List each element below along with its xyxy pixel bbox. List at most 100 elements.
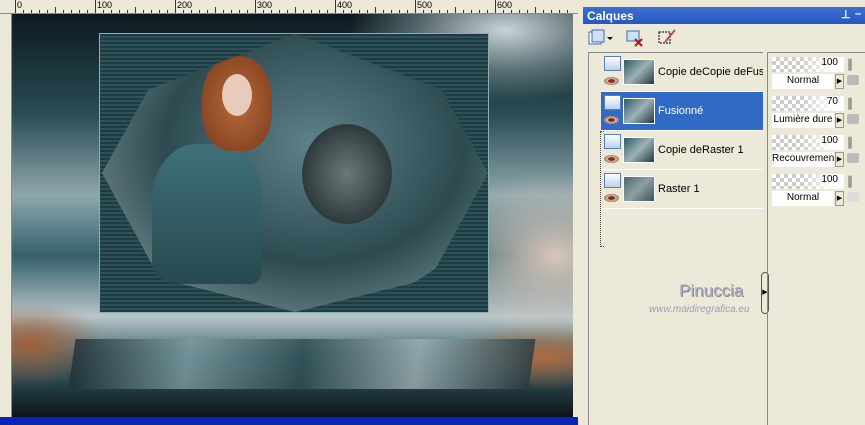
ruler-label: 200 — [177, 0, 193, 10]
ruler-tick — [79, 10, 80, 13]
layer-thumbnail — [623, 98, 655, 124]
horizontal-ruler: 0 100 200 300 400 500 600 — [0, 0, 578, 14]
ruler-tick — [287, 10, 288, 13]
visibility-eye-icon[interactable] — [604, 77, 619, 85]
lock-transparency-icon[interactable]: ∥ — [847, 57, 853, 71]
ruler-tick — [431, 10, 432, 13]
layer-name: Fusionné — [658, 105, 704, 117]
mask-icon[interactable] — [847, 192, 859, 202]
ruler-tick — [191, 10, 192, 13]
ruler-tick — [519, 10, 520, 13]
blend-mode-select[interactable]: Recouvrement — [772, 152, 834, 167]
ruler-tick — [375, 7, 376, 13]
edit-selection-icon[interactable] — [657, 28, 677, 48]
pin-icon[interactable]: ⊥ — [841, 8, 851, 21]
layer-props-row: 100 Recouvrement ▶ ∥ — [772, 133, 865, 172]
layer-row[interactable]: Copie deCopie deFusionné — [601, 53, 763, 92]
blend-mode-arrow-icon[interactable]: ▶ — [835, 74, 844, 89]
minimize-icon[interactable]: – — [855, 8, 861, 20]
ruler-tick — [111, 10, 112, 13]
watermark-name: Pinuccia — [679, 281, 744, 300]
ruler-label: 500 — [417, 0, 433, 10]
layer-thumbnail — [623, 176, 655, 202]
ruler-tick — [511, 10, 512, 13]
image-canvas[interactable] — [12, 14, 573, 417]
ruler-tick — [335, 0, 336, 13]
palette-title: Calques — [587, 9, 634, 23]
palette-titlebar[interactable]: Calques ⊥ – — [583, 7, 865, 24]
blend-mode-select[interactable]: Normal — [772, 191, 834, 206]
ruler-tick — [391, 10, 392, 13]
layer-type-icon — [604, 134, 621, 149]
ruler-tick — [103, 10, 104, 13]
ruler-tick — [71, 10, 72, 13]
blend-mode-select[interactable]: Normal — [772, 74, 834, 89]
artwork-reflection — [68, 339, 536, 389]
ruler-tick — [159, 10, 160, 13]
new-layer-icon[interactable] — [587, 28, 613, 48]
mask-icon[interactable] — [847, 75, 859, 85]
ruler-tick — [567, 10, 568, 13]
layer-props-row: 100 Normal ▶ ∥ — [772, 172, 865, 211]
lock-transparency-icon[interactable]: ∥ — [847, 96, 853, 110]
ruler-tick — [143, 10, 144, 13]
ruler-tick — [535, 7, 536, 13]
ruler-tick — [31, 10, 32, 13]
flower-image — [302, 124, 392, 224]
blend-mode-arrow-icon[interactable]: ▶ — [835, 191, 844, 206]
ruler-tick — [423, 10, 424, 13]
ruler-tick — [383, 10, 384, 13]
ruler-tick — [527, 10, 528, 13]
palette-toolbar — [583, 26, 865, 50]
ruler-tick — [207, 10, 208, 13]
ruler-tick — [183, 10, 184, 13]
ruler-tick — [223, 10, 224, 13]
delete-layer-icon[interactable] — [625, 28, 645, 48]
opacity-slider[interactable]: 100 — [772, 135, 844, 150]
ruler-label: 600 — [497, 0, 513, 10]
ruler-tick — [327, 10, 328, 13]
lock-transparency-icon[interactable]: ∥ — [847, 135, 853, 149]
blend-mode-arrow-icon[interactable]: ▶ — [835, 113, 844, 128]
ruler-tick — [447, 10, 448, 13]
blend-mode-arrow-icon[interactable]: ▶ — [835, 152, 844, 167]
ruler-tick — [239, 10, 240, 13]
ruler-tick — [503, 10, 504, 13]
layer-row-selected[interactable]: Fusionné — [601, 92, 763, 131]
mask-icon[interactable] — [847, 114, 859, 124]
layer-type-icon — [604, 56, 621, 71]
status-strip — [0, 417, 578, 425]
ruler-tick — [151, 10, 152, 13]
artwork-frame — [99, 33, 489, 313]
artwork-oval — [102, 34, 488, 312]
opacity-slider[interactable]: 100 — [772, 174, 844, 189]
vertical-ruler — [0, 14, 12, 418]
ruler-tick — [95, 0, 96, 13]
ruler-tick — [439, 10, 440, 13]
layer-name: Raster 1 — [658, 183, 700, 195]
layer-row[interactable]: Copie deRaster 1 — [601, 131, 763, 170]
ruler-tick — [559, 10, 560, 13]
ruler-tick — [279, 10, 280, 13]
ruler-tick — [63, 10, 64, 13]
layer-type-icon — [604, 173, 621, 188]
visibility-eye-icon[interactable] — [604, 194, 619, 202]
visibility-eye-icon[interactable] — [604, 116, 619, 124]
ruler-tick — [15, 0, 16, 13]
ruler-tick — [215, 7, 216, 13]
ruler-tick — [319, 10, 320, 13]
layer-row[interactable]: Raster 1 — [601, 170, 763, 209]
layer-name: Copie deRaster 1 — [658, 144, 744, 156]
opacity-slider[interactable]: 70 — [772, 96, 844, 111]
layer-name: Copie deCopie deFusionné — [658, 66, 763, 78]
ruler-tick — [271, 10, 272, 13]
ruler-tick — [407, 10, 408, 13]
ruler-tick — [247, 10, 248, 13]
visibility-eye-icon[interactable] — [604, 155, 619, 163]
blend-mode-select[interactable]: Lumière dure — [772, 113, 834, 128]
opacity-slider[interactable]: 100 — [772, 57, 844, 72]
ruler-tick — [543, 10, 544, 13]
mask-icon[interactable] — [847, 153, 859, 163]
lock-transparency-icon[interactable]: ∥ — [847, 174, 853, 188]
ruler-tick — [231, 10, 232, 13]
